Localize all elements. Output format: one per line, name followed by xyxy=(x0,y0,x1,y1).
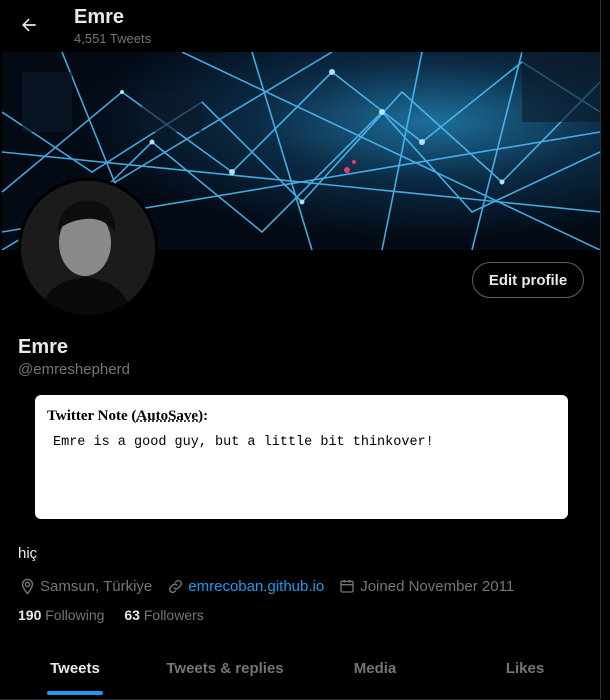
note-title: Twitter Note (AutoSave): xyxy=(47,408,209,424)
tab-tweets[interactable]: Tweets xyxy=(0,646,150,699)
calendar-icon xyxy=(338,577,356,595)
profile-page: Emre 4,551 Tweets Edit profile Emre @emr… xyxy=(0,0,601,700)
active-tab-indicator xyxy=(47,691,103,695)
tweet-count: 4,551 Tweets xyxy=(74,31,152,46)
website: emrecoban.github.io xyxy=(166,577,324,595)
note-textarea[interactable]: Emre is a good guy, but a little bit thi… xyxy=(53,435,434,450)
display-name: Emre xyxy=(18,336,69,358)
user-handle: @emreshepherd xyxy=(18,361,130,378)
location: Samsun, Türkiye xyxy=(18,577,152,595)
follow-stats: 190 Following 63 Followers xyxy=(18,607,224,623)
following-label: Following xyxy=(45,607,105,623)
followers-link[interactable]: 63 Followers xyxy=(124,607,203,623)
location-pin-icon xyxy=(18,577,36,595)
website-link[interactable]: emrecoban.github.io xyxy=(188,578,324,595)
following-link[interactable]: 190 Following xyxy=(18,607,104,623)
header-name: Emre xyxy=(74,6,125,28)
tab-media[interactable]: Media xyxy=(300,646,450,699)
tab-tweets-and-replies[interactable]: Tweets & replies xyxy=(150,646,300,699)
followers-count: 63 xyxy=(124,607,140,623)
profile-meta: Samsun, Türkiye emrecoban.github.io Join… xyxy=(18,576,528,596)
avatar[interactable] xyxy=(18,178,158,318)
top-bar: Emre 4,551 Tweets xyxy=(0,0,600,52)
joined-date: Joined November 2011 xyxy=(338,577,514,595)
followers-label: Followers xyxy=(143,607,204,623)
edit-profile-button[interactable]: Edit profile xyxy=(472,262,584,298)
link-icon xyxy=(166,577,184,595)
profile-tabs: Tweets Tweets & replies Media Likes xyxy=(0,646,600,700)
following-count: 190 xyxy=(18,607,42,623)
autosave-label: AutoSave xyxy=(136,408,199,424)
tab-likes[interactable]: Likes xyxy=(450,646,600,699)
back-arrow-icon[interactable] xyxy=(14,10,44,40)
twitter-note-box: Twitter Note (AutoSave): Emre is a good … xyxy=(35,395,568,519)
bio-text: hiç xyxy=(18,545,38,562)
